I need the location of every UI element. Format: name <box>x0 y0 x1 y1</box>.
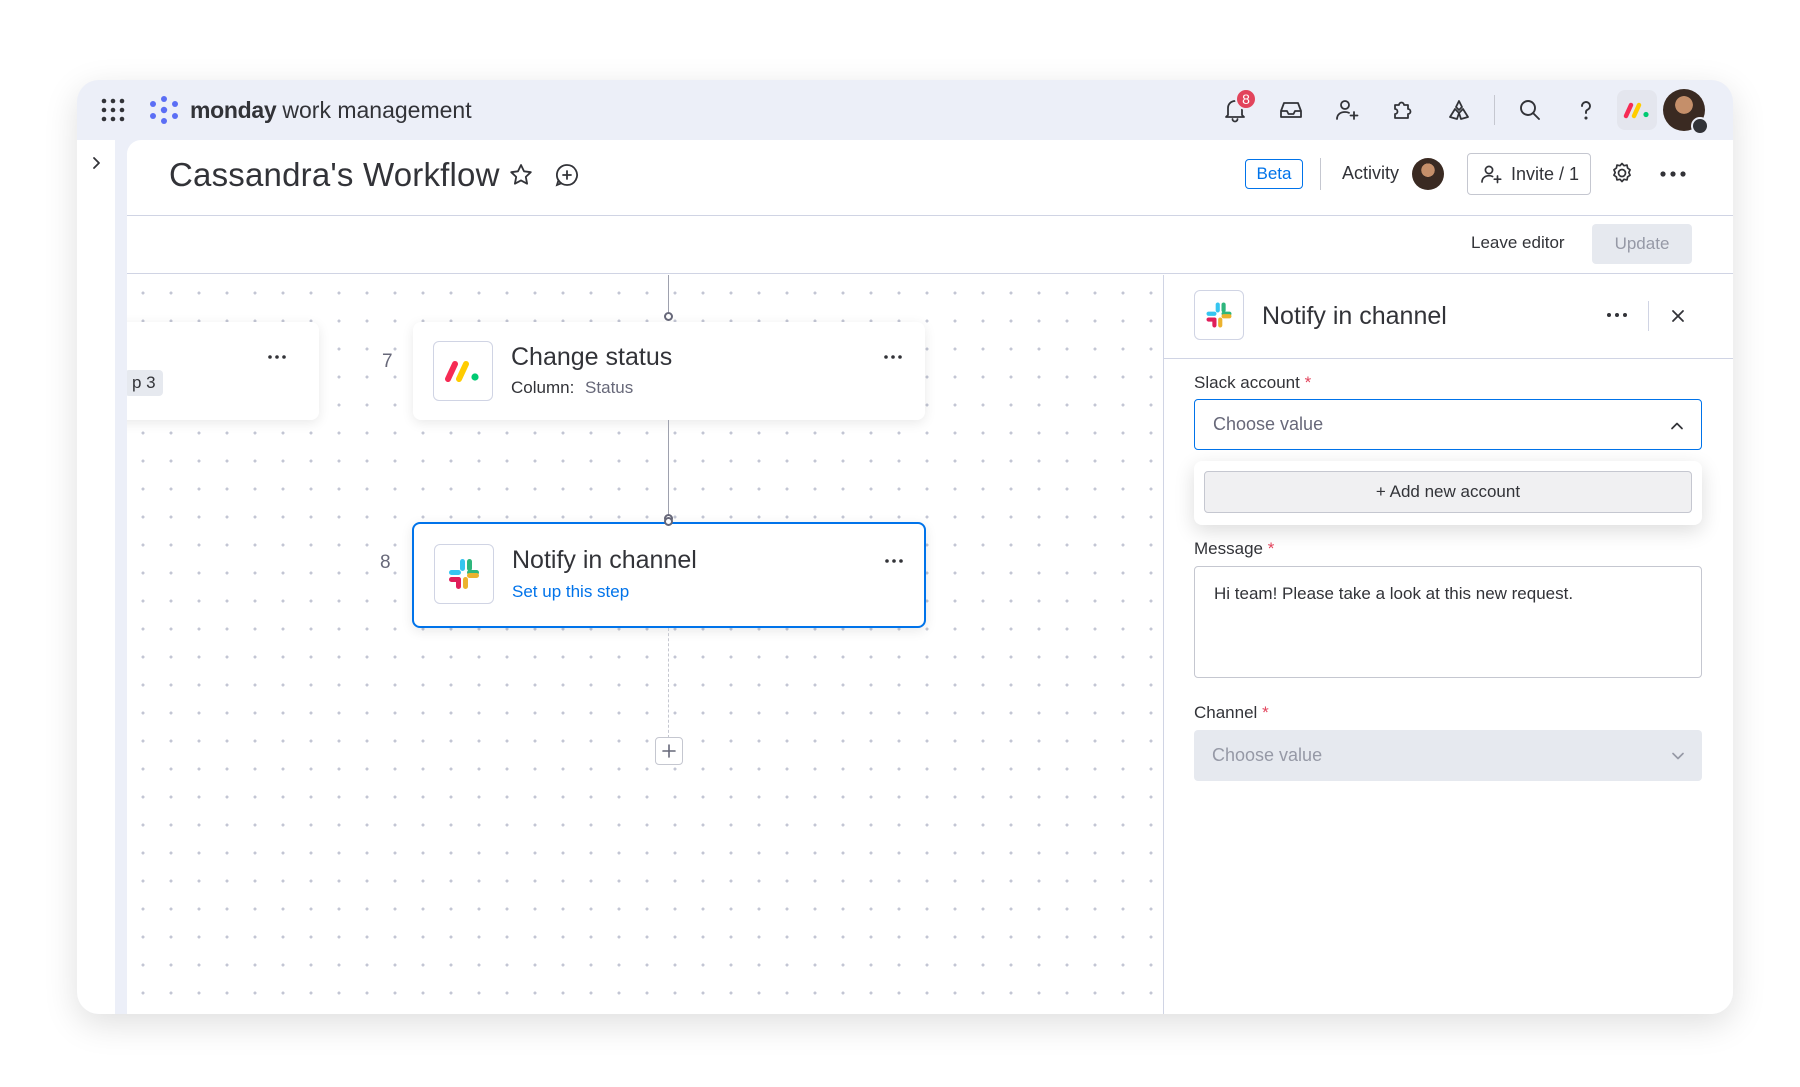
required-mark: * <box>1267 539 1275 558</box>
divider <box>1320 158 1321 190</box>
chevron-right-icon[interactable] <box>87 154 105 172</box>
home-badge-icon <box>1691 117 1709 135</box>
invite-label: Invite / 1 <box>1510 163 1580 184</box>
divider <box>1648 301 1649 331</box>
help-icon <box>1581 101 1591 120</box>
workflow-node-change-status[interactable]: Change status Column: Status <box>413 322 925 420</box>
activity-avatar[interactable] <box>1412 158 1444 190</box>
slack-account-dropdown: + Add new account <box>1194 461 1702 525</box>
search-button[interactable] <box>1509 89 1551 131</box>
node-more-icon[interactable] <box>884 557 904 565</box>
node-icon-box <box>434 544 494 604</box>
node-more-icon[interactable] <box>267 353 287 361</box>
divider <box>1494 95 1495 125</box>
panel-header: Notify in channel <box>1164 275 1733 359</box>
product-logo[interactable]: monday work management <box>147 94 472 126</box>
slack-account-select[interactable]: Choose value <box>1194 399 1702 450</box>
node-subtitle-value: Status <box>585 378 634 397</box>
workflow-canvas[interactable]: p 3 7 Change status Column: Status 8 Not… <box>127 275 1163 1014</box>
node-more-icon[interactable] <box>883 353 903 361</box>
channel-select[interactable]: Choose value <box>1194 730 1702 781</box>
add-new-account-button[interactable]: + Add new account <box>1204 471 1692 513</box>
node-tag: p 3 <box>127 370 163 396</box>
close-icon[interactable] <box>1668 306 1688 326</box>
node-subtitle: Column: Status <box>511 378 633 398</box>
channel-label: Channel * <box>1194 703 1269 723</box>
apps-marketplace-button[interactable] <box>1382 89 1424 131</box>
node-icon-box <box>433 341 493 401</box>
update-button[interactable]: Update <box>1592 224 1692 264</box>
message-field[interactable]: Hi team! Please take a look at this new … <box>1194 566 1702 678</box>
ai-features-button[interactable] <box>1438 89 1480 131</box>
slack-icon <box>1206 302 1232 328</box>
connector-line <box>668 275 669 316</box>
add-user-icon <box>1481 165 1502 184</box>
leave-editor-button[interactable]: Leave editor <box>1471 233 1565 253</box>
setup-step-link[interactable]: Set up this step <box>512 582 629 602</box>
beta-badge: Beta <box>1245 159 1303 189</box>
gear-icon[interactable] <box>1609 160 1635 186</box>
message-label: Message * <box>1194 539 1274 559</box>
slack-account-placeholder: Choose value <box>1213 414 1324 434</box>
add-step-button[interactable] <box>655 737 683 765</box>
add-user-icon <box>1336 100 1359 120</box>
channel-placeholder: Choose value <box>1212 745 1323 765</box>
board-area: Cassandra's Workflow Beta Activity Invit… <box>127 140 1733 1014</box>
app-window: monday work management 8 Cassandra's Wor… <box>77 80 1733 1014</box>
channel-label-text: Channel <box>1194 703 1258 722</box>
monday-mark-icon <box>1623 102 1649 119</box>
panel-title: Notify in channel <box>1262 302 1447 330</box>
ai-sparkle-icon <box>1449 100 1469 120</box>
required-mark: * <box>1304 373 1312 392</box>
panel-icon-box <box>1194 290 1244 340</box>
notification-count-badge: 8 <box>1235 88 1257 110</box>
notifications-button[interactable]: 8 <box>1214 88 1257 131</box>
monday-mark-icon <box>445 361 479 382</box>
brand-name: monday <box>190 96 277 123</box>
add-comment-icon[interactable] <box>552 160 582 190</box>
top-bar: monday work management 8 <box>77 80 1733 140</box>
workspace-switcher[interactable] <box>1617 90 1657 130</box>
workflow-node-partial[interactable]: p 3 <box>127 322 319 420</box>
connector-line <box>668 420 669 519</box>
puzzle-icon <box>1394 101 1412 119</box>
board-header: Cassandra's Workflow Beta Activity Invit… <box>127 140 1733 216</box>
node-subtitle-key: Column: <box>511 378 575 397</box>
product-name: work management <box>282 96 472 123</box>
page-title: Cassandra's Workflow <box>169 156 500 193</box>
chevron-down-icon <box>1672 752 1684 760</box>
connector-port <box>664 312 673 321</box>
slack-account-label-text: Slack account <box>1194 373 1300 392</box>
monday-logo-icon <box>150 96 178 124</box>
star-icon[interactable] <box>506 160 536 190</box>
invite-members-button[interactable] <box>1326 89 1368 131</box>
top-actions: 8 <box>1200 88 1709 135</box>
left-rail <box>77 140 115 1014</box>
help-button[interactable] <box>1565 89 1607 131</box>
invite-button[interactable]: Invite / 1 <box>1467 153 1591 195</box>
node-title: Notify in channel <box>512 546 697 574</box>
plus-icon <box>662 744 676 758</box>
workflow-node-notify-in-channel[interactable]: Notify in channel Set up this step <box>412 522 926 628</box>
step-number: 7 <box>382 351 393 372</box>
editor-toolbar: Leave editor Update <box>127 216 1733 274</box>
node-title: Change status <box>511 343 673 371</box>
slack-icon <box>449 559 479 589</box>
connector-port <box>664 517 673 526</box>
user-avatar[interactable] <box>1663 89 1709 135</box>
apps-grid-icon[interactable] <box>99 96 127 124</box>
connector-line-pending <box>668 628 669 738</box>
required-mark: * <box>1262 703 1269 722</box>
more-options-icon[interactable] <box>1658 161 1688 187</box>
more-options-icon[interactable] <box>1606 311 1628 319</box>
message-label-text: Message <box>1194 539 1263 558</box>
activity-button[interactable]: Activity <box>1342 163 1399 184</box>
inbox-button[interactable] <box>1270 89 1312 131</box>
step-number: 8 <box>380 552 391 573</box>
search-icon <box>1520 100 1540 120</box>
inbox-icon <box>1280 102 1302 118</box>
chevron-up-icon <box>1671 422 1683 430</box>
slack-account-label: Slack account * <box>1194 373 1311 393</box>
step-config-panel: Notify in channel Slack account * Choose… <box>1163 275 1733 1014</box>
